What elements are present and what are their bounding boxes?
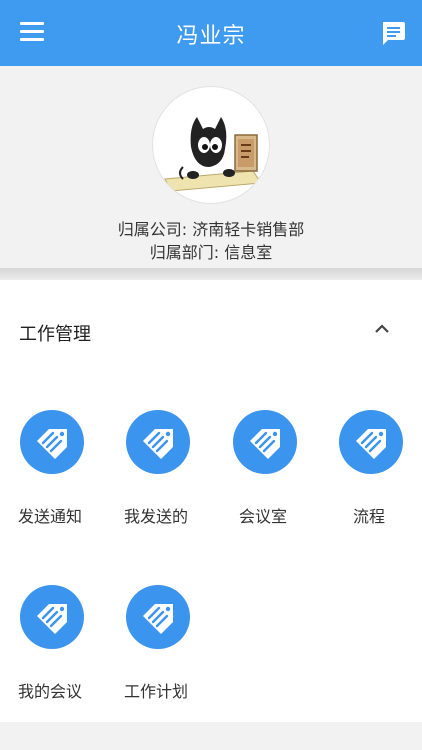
grid-item-label: 流程 <box>353 507 386 526</box>
page-title: 冯业宗 <box>176 24 246 49</box>
grid-item[interactable]: 流程 <box>339 410 422 540</box>
grid-item-label: 工作计划 <box>124 682 189 701</box>
tag-handshake-icon <box>20 410 84 474</box>
grid-item-label: 会议室 <box>239 507 288 526</box>
section-divider <box>0 268 422 280</box>
app-bar: 冯业宗 <box>0 0 422 66</box>
chat-message-icon[interactable] <box>380 20 406 46</box>
tag-handshake-icon <box>233 410 297 474</box>
grid-item-label: 我发送的 <box>124 507 189 526</box>
grid-item[interactable]: 发送通知 <box>18 410 126 540</box>
grid-item[interactable]: 会议室 <box>233 410 339 540</box>
chevron-up-icon[interactable] <box>374 322 390 334</box>
section-header[interactable]: 工作管理 <box>0 280 422 380</box>
department-line: 归属部门: 信息室 <box>149 243 273 262</box>
bottom-area <box>0 722 422 750</box>
profile-section: 归属公司: 济南轻卡销售部 归属部门: 信息室 <box>0 66 422 268</box>
grid-item-label: 发送通知 <box>18 507 83 526</box>
grid-item[interactable]: 我发送的 <box>124 410 232 540</box>
avatar-cat-image <box>164 117 262 192</box>
tag-handshake-icon <box>126 410 190 474</box>
grid-item[interactable]: 工作计划 <box>124 585 232 715</box>
grid-item-label: 我的会议 <box>18 682 83 701</box>
tag-handshake-icon <box>20 585 84 649</box>
work-management-panel: 工作管理 发送通知 我发送的 会议室 流程我的会议 工作计划 <box>0 280 422 722</box>
company-line: 归属公司: 济南轻卡销售部 <box>117 220 305 239</box>
grid-item[interactable]: 我的会议 <box>18 585 126 715</box>
section-title: 工作管理 <box>19 324 91 345</box>
tag-handshake-icon <box>126 585 190 649</box>
tag-handshake-icon <box>339 410 403 474</box>
avatar[interactable] <box>152 86 270 204</box>
